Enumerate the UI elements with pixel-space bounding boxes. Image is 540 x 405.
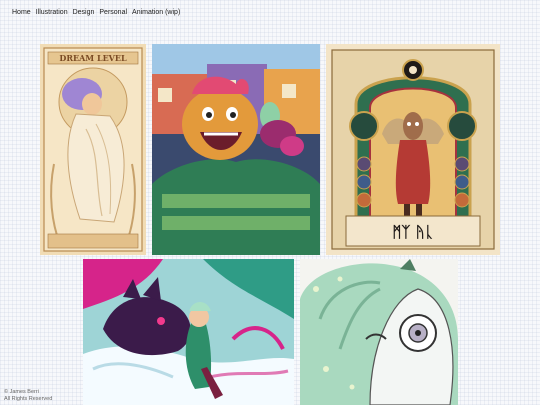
gallery-item-green-hair-portrait[interactable]: [300, 259, 458, 405]
footer: © James Berri All Rights Reserved: [4, 389, 52, 403]
gallery-item-art-nouveau[interactable]: DREAM LEVEL: [40, 44, 146, 255]
gallery-item-snow-battle[interactable]: [83, 259, 294, 405]
cartoon-friends-illustration: [152, 44, 320, 255]
tarot-glyphs: ᛗᛉ ᚤᚳ: [392, 223, 433, 241]
art-nouveau-illustration: DREAM LEVEL: [40, 44, 146, 255]
gallery-item-cartoon-friends[interactable]: [152, 44, 320, 255]
nav-animation-link[interactable]: Animation (wip): [132, 9, 180, 16]
footer-rights: All Rights Reserved: [4, 396, 53, 403]
nav-design-link[interactable]: Design: [73, 9, 95, 16]
snow-battle-illustration: [83, 259, 294, 405]
footer-copyright: © James Berri: [4, 389, 39, 396]
gallery-item-tarot-card[interactable]: ᛗᛉ ᚤᚳ: [326, 44, 500, 255]
main-nav: Home Illustration Design Personal Animat…: [12, 9, 180, 16]
green-hair-portrait-illustration: [300, 259, 458, 405]
art-nouveau-banner: DREAM LEVEL: [59, 53, 127, 63]
nav-home-link[interactable]: Home: [12, 9, 31, 16]
nav-personal-link[interactable]: Personal: [99, 9, 127, 16]
tarot-card-illustration: ᛗᛉ ᚤᚳ: [326, 44, 500, 255]
nav-illustration-link[interactable]: Illustration: [36, 9, 68, 16]
